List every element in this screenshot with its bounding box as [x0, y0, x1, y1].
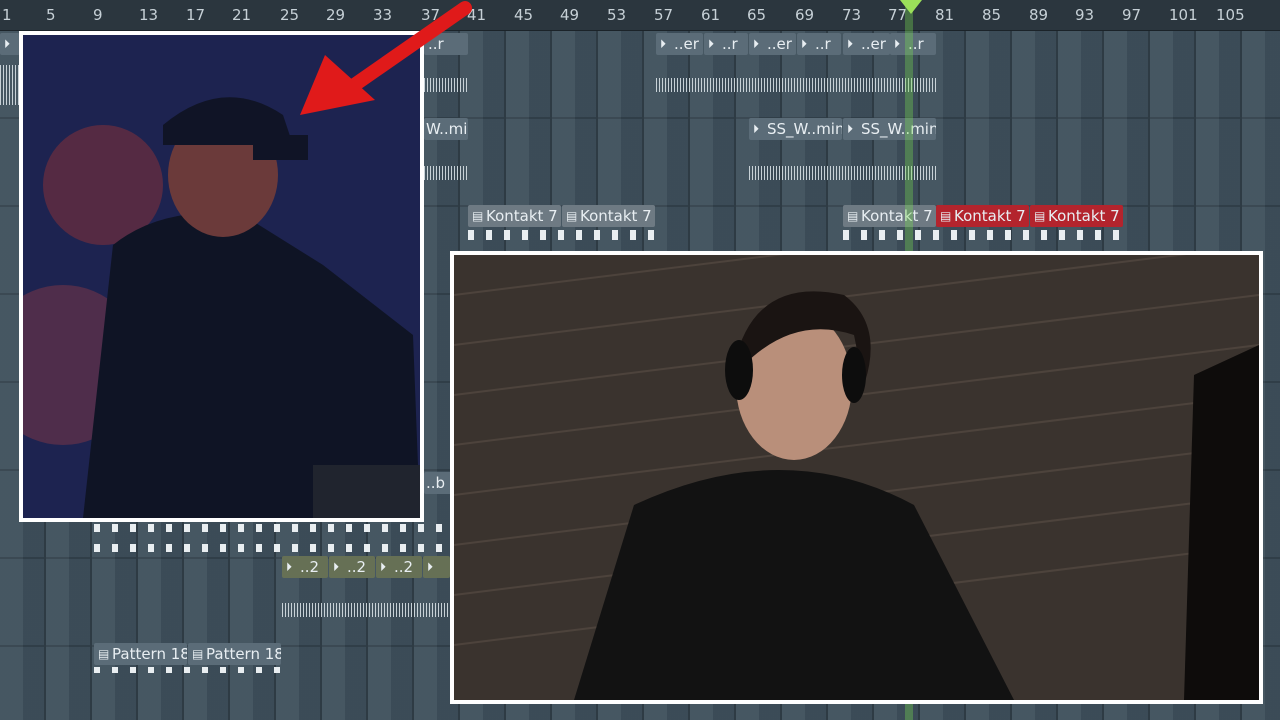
audio-clip-icon: ⏵ [847, 37, 854, 51]
clip-label: Kontakt 7 [1048, 207, 1120, 225]
audio-clip[interactable]: ⏵ ..r [797, 33, 841, 55]
playhead-marker-icon[interactable] [900, 0, 922, 14]
ruler-bar-number: 81 [935, 6, 955, 24]
audio-clip[interactable]: ⏵ ..er [749, 33, 796, 55]
ruler-bar-number: 1 [2, 6, 12, 24]
audio-clip[interactable]: ⏵ SS_W..min [843, 118, 936, 140]
pattern-clip[interactable]: ▤ Pattern 18 [188, 643, 281, 665]
ruler-bar-number: 9 [93, 6, 103, 24]
audio-clip-icon: ⏵ [847, 122, 854, 136]
audio-clip-icon: ⏵ [286, 560, 293, 574]
audio-clip[interactable]: ⏵ [423, 556, 450, 578]
audio-clip-icon: ⏵ [4, 37, 11, 51]
red-arrow-icon [300, 1, 472, 115]
ruler-bar-number: 89 [1029, 6, 1049, 24]
webcam-illustration [454, 255, 1259, 700]
ruler-bar-number: 57 [654, 6, 674, 24]
clip-label: ..2 [394, 558, 414, 576]
audio-clip[interactable]: ⏵ ..r [704, 33, 748, 55]
clip-label: ..r [815, 35, 831, 53]
clip-label: SS_W..min [767, 120, 842, 138]
ruler-bar-number: 97 [1122, 6, 1142, 24]
ruler-bar-number: 85 [982, 6, 1002, 24]
waveform [0, 65, 20, 105]
ruler-bar-number: 45 [514, 6, 534, 24]
pattern-clip[interactable]: ▤ Kontakt 7 [936, 205, 1029, 227]
ruler-bar-number: 61 [701, 6, 721, 24]
ruler-bar-number: 69 [795, 6, 815, 24]
midi-notes [94, 667, 281, 673]
pattern-clip[interactable]: ▤ Kontakt 7 [468, 205, 561, 227]
pattern-clip[interactable]: ▤ Kontakt 7 [1030, 205, 1123, 227]
clip-label: Pattern 18 [112, 645, 187, 663]
waveform [656, 78, 936, 92]
pattern-clip[interactable]: ▤ Kontakt 7 [843, 205, 936, 227]
ruler-bar-number: 49 [560, 6, 580, 24]
ruler-bar-number: 105 [1216, 6, 1245, 24]
audio-clip-icon: ⏵ [427, 560, 434, 574]
pattern-clip-icon: ▤ [566, 209, 578, 223]
waveform [282, 603, 450, 617]
audio-clip-icon: ⏵ [894, 37, 901, 51]
audio-clip[interactable]: ⏵ SS_W..min [749, 118, 842, 140]
ruler-bar-number: 73 [842, 6, 862, 24]
ruler-bar-number: 53 [607, 6, 627, 24]
audio-clip-icon: ⏵ [333, 560, 340, 574]
clip-label: ..er [767, 35, 792, 53]
clip-label: SS_W..min [861, 120, 936, 138]
audio-clip-icon: ⏵ [753, 37, 760, 51]
clip-label: Pattern 18 [206, 645, 281, 663]
audio-clip[interactable]: ⏵ ..r [890, 33, 936, 55]
ruler-bar-number: 65 [747, 6, 767, 24]
clip-label: Kontakt 7 [954, 207, 1026, 225]
clip-label: ..er [674, 35, 699, 53]
audio-clip[interactable]: ⏵ ..2 [282, 556, 328, 578]
clip-label: ..r [722, 35, 738, 53]
audio-clip[interactable]: ⏵ ..2 [329, 556, 375, 578]
clip-label: Kontakt 7 [861, 207, 933, 225]
pattern-clip-icon: ▤ [98, 647, 110, 661]
audio-clip-icon: ⏵ [801, 37, 808, 51]
ruler-bar-number: 21 [232, 6, 252, 24]
ruler-bar-number: 13 [139, 6, 159, 24]
waveform [424, 166, 468, 180]
pattern-clip-icon: ▤ [192, 647, 204, 661]
ruler-bar-number: 101 [1169, 6, 1198, 24]
audio-clip[interactable]: ⏵ ..2 [376, 556, 422, 578]
clip-label: Kontakt 7 [580, 207, 652, 225]
pattern-clip-icon: ▤ [472, 209, 484, 223]
pattern-clip-icon: ▤ [1034, 209, 1046, 223]
midi-notes [843, 230, 1123, 240]
ruler-bar-number: 5 [46, 6, 56, 24]
clip-label: ..b [426, 474, 446, 492]
midi-notes [94, 524, 450, 532]
pattern-clip[interactable]: ▤ Pattern 18 [94, 643, 187, 665]
audio-clip[interactable]: ⏵ ..er [656, 33, 703, 55]
webcam-feed [450, 251, 1263, 704]
audio-clip-icon: ⏵ [380, 560, 387, 574]
pattern-clip-icon: ▤ [940, 209, 952, 223]
audio-clip[interactable]: ⏵ ..er [843, 33, 890, 55]
audio-clip-icon: ⏵ [708, 37, 715, 51]
clip-label: ..2 [347, 558, 367, 576]
clip-label: ..2 [300, 558, 320, 576]
pattern-clip-icon: ▤ [847, 209, 859, 223]
pattern-clip[interactable]: ▤ Kontakt 7 [562, 205, 655, 227]
audio-clip-icon: ⏵ [660, 37, 667, 51]
clip-label: ..er [861, 35, 886, 53]
midi-notes [94, 544, 450, 552]
ruler-bar-number: 93 [1075, 6, 1095, 24]
ruler-bar-number: 17 [186, 6, 206, 24]
audio-clip-icon: ⏵ [753, 122, 760, 136]
clip-label: Kontakt 7 [486, 207, 558, 225]
midi-notes [468, 230, 655, 240]
timeline-ruler[interactable]: 1 5 9 13 17 21 25 29 33 37 41 45 49 53 5… [0, 0, 1280, 31]
audio-clip[interactable]: ⏵ [0, 33, 20, 55]
